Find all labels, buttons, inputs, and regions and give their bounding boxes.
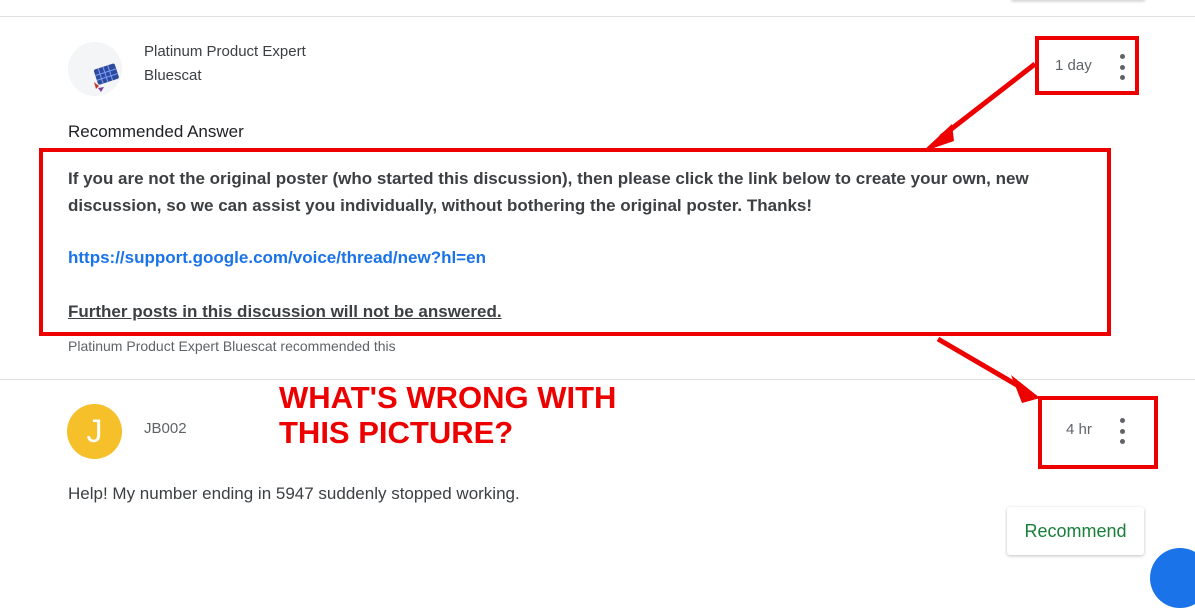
post-body: Help! My number ending in 5947 suddenly … (68, 484, 520, 503)
divider-top (0, 16, 1195, 17)
expert-badge: Platinum Product Expert (144, 43, 306, 60)
previous-action-button[interactable] (1010, 0, 1146, 1)
author-name[interactable]: JB002 (144, 420, 187, 437)
annotation-box-answer (39, 148, 1111, 336)
avatar: J (67, 404, 122, 459)
avatar (68, 42, 122, 96)
arrow-line (939, 62, 1037, 139)
recommend-button[interactable]: Recommend (1007, 507, 1144, 555)
arrow-line (936, 336, 1024, 391)
annotation-box-time (1038, 396, 1158, 469)
help-fab-icon[interactable] (1150, 548, 1195, 608)
recommended-by-text: Platinum Product Expert Bluescat recomme… (68, 338, 396, 354)
author-name[interactable]: Bluescat (144, 67, 202, 84)
annotation-caption: WHAT'S WRONG WITH THIS PICTURE? (279, 380, 617, 450)
bluescat-avatar-icon (68, 42, 122, 96)
recommended-answer-label: Recommended Answer (68, 122, 244, 141)
annotation-box-time (1035, 36, 1139, 95)
